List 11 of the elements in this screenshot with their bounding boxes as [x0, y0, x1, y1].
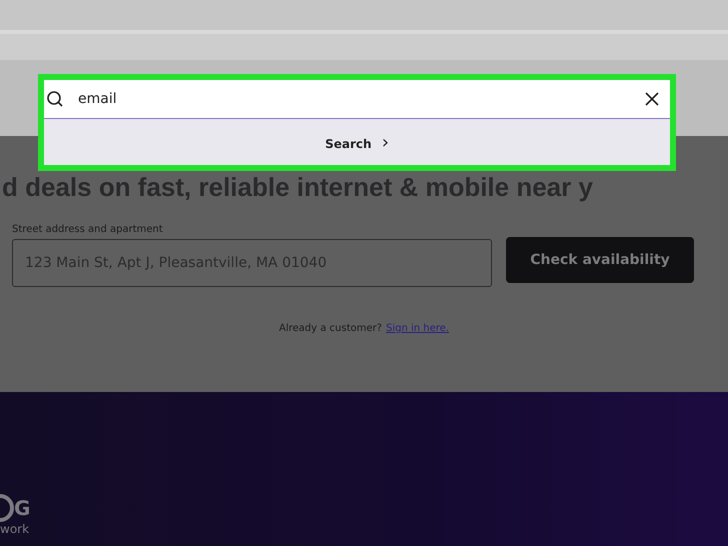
- search-input[interactable]: email: [76, 90, 632, 108]
- address-label: Street address and apartment: [12, 224, 164, 235]
- search-button[interactable]: Search ›: [319, 130, 395, 154]
- search-field[interactable]: email: [44, 80, 670, 119]
- logo-ring-icon: [0, 494, 14, 522]
- customer-prompt: Already a customer?: [279, 323, 382, 334]
- close-icon[interactable]: [644, 91, 660, 107]
- check-availability-button[interactable]: Check availability: [506, 237, 694, 283]
- logo-subtext: work: [0, 522, 30, 536]
- search-icon: [46, 90, 64, 108]
- logo-text: G: [14, 496, 30, 520]
